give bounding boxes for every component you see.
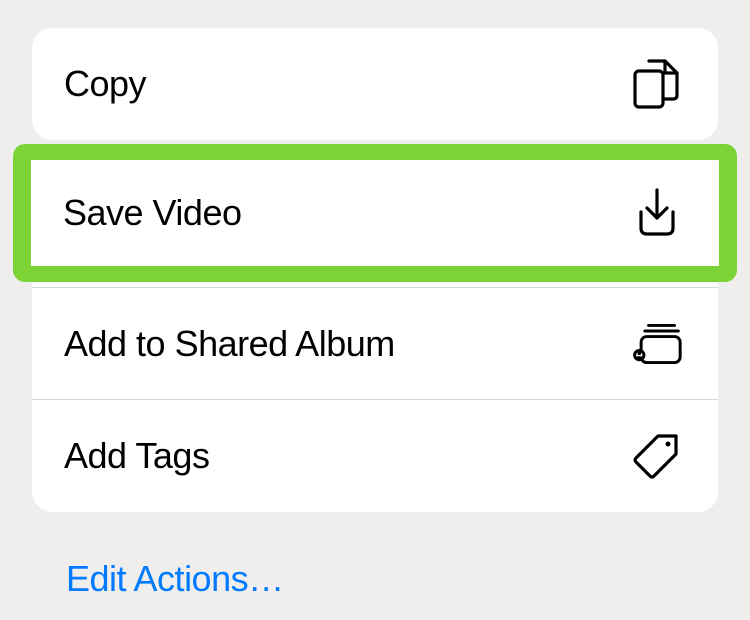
edit-actions-label: Edit Actions… xyxy=(66,558,284,599)
copy-icon xyxy=(630,58,682,110)
copy-label: Copy xyxy=(64,63,146,105)
menu-group-copy: Copy xyxy=(32,28,718,140)
download-tray-icon xyxy=(630,206,682,258)
add-to-shared-album-action[interactable]: Add to Shared Album xyxy=(32,288,718,400)
add-to-shared-album-label: Add to Shared Album xyxy=(64,323,395,365)
add-tags-label: Add Tags xyxy=(64,435,209,477)
edit-actions-link[interactable]: Edit Actions… xyxy=(32,538,718,620)
copy-action[interactable]: Copy xyxy=(32,28,718,140)
menu-group-actions: Save Video Add to Shared Album xyxy=(32,176,718,512)
add-tags-action[interactable]: Add Tags xyxy=(32,400,718,512)
shared-album-icon xyxy=(630,318,682,370)
save-video-label: Save Video xyxy=(64,211,242,253)
tag-icon xyxy=(630,430,682,482)
save-video-action[interactable]: Save Video xyxy=(32,176,718,288)
